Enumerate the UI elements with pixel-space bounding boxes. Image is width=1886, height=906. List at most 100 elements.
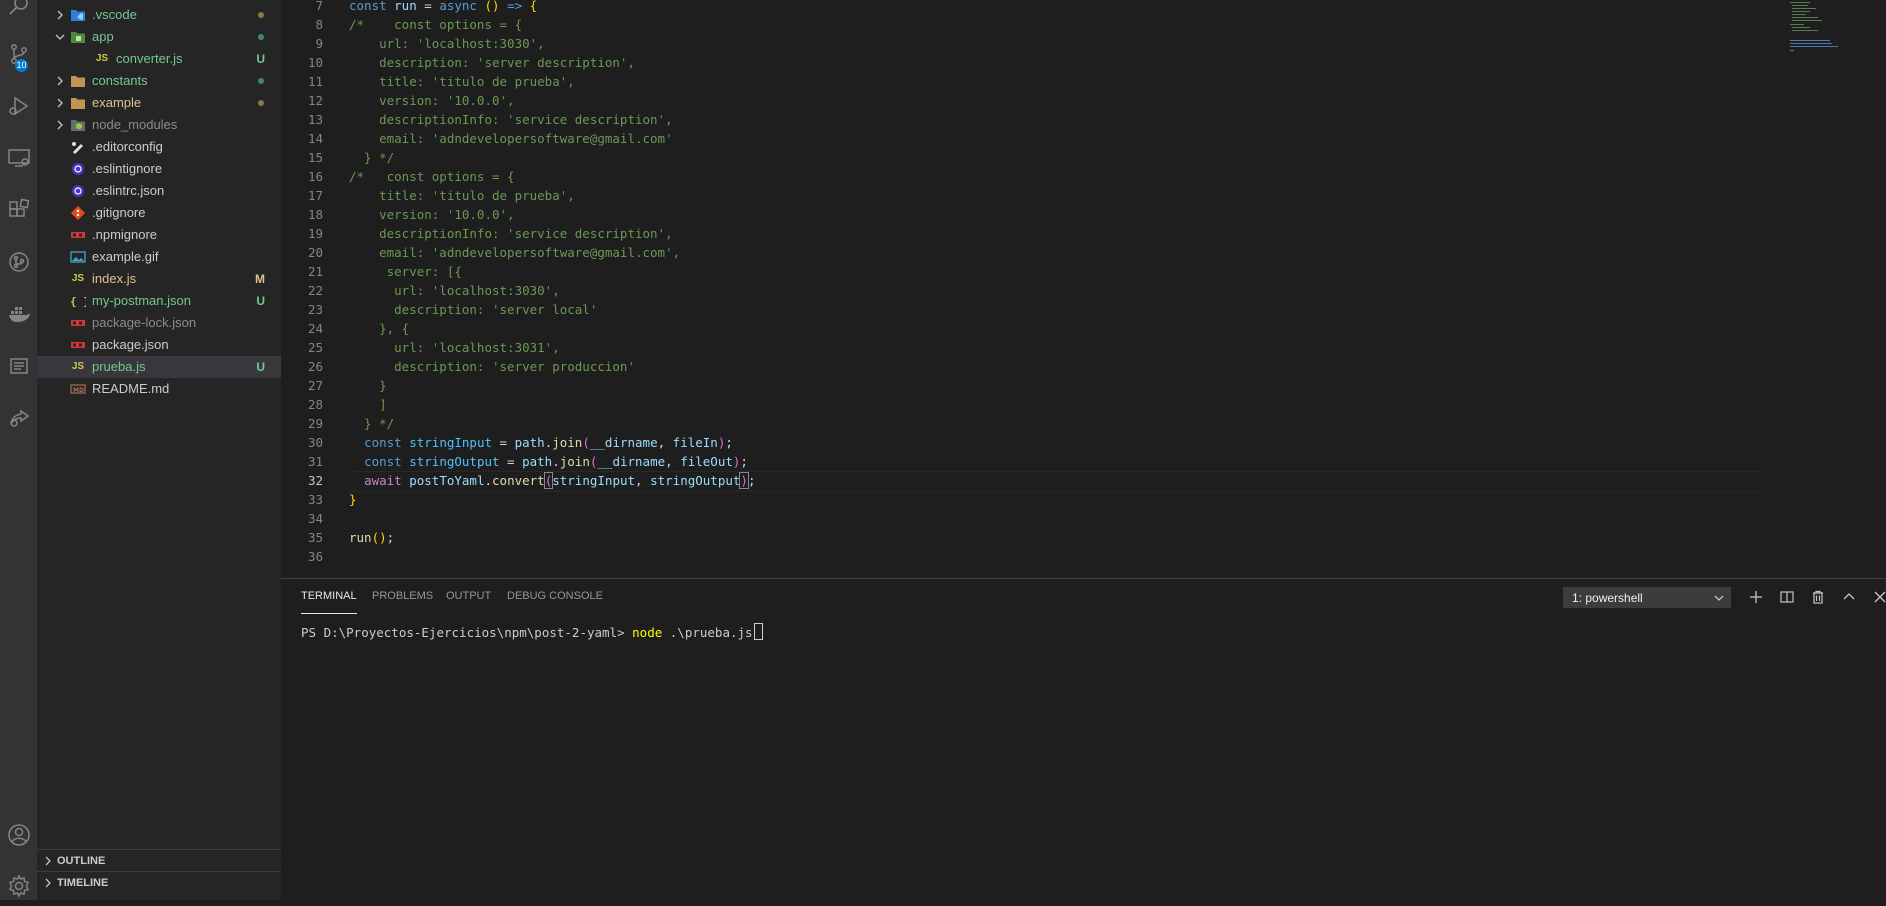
code-line[interactable]: 16 /* const options = { (281, 167, 1781, 186)
tree-item[interactable]: .eslintignore (37, 158, 281, 180)
tab-output[interactable]: OUTPUT (446, 579, 491, 614)
new-terminal-icon[interactable] (1747, 588, 1765, 606)
live-share-icon[interactable] (0, 398, 37, 438)
tree-item[interactable]: JS index.js M (37, 268, 281, 290)
code-line[interactable]: 7 const run = async () => { (281, 0, 1781, 15)
outline-section-header[interactable]: OUTLINE (37, 849, 281, 872)
extensions-icon[interactable] (0, 190, 37, 230)
tree-item[interactable]: JS converter.js U (37, 48, 281, 70)
timeline-section-header[interactable]: TIMELINE (37, 871, 281, 894)
code-line[interactable]: 33} (281, 490, 1781, 509)
minimap[interactable] (1790, 0, 1886, 60)
tree-item[interactable]: node_modules (37, 114, 281, 136)
line-number: 22 (307, 283, 323, 298)
split-terminal-icon[interactable] (1778, 588, 1796, 606)
tree-item-label: app (92, 29, 114, 44)
maximize-panel-icon[interactable] (1840, 588, 1858, 606)
tree-item-label: package-lock.json (92, 315, 197, 330)
tree-item[interactable]: app (37, 26, 281, 48)
code-line[interactable]: 12 version: '10.0.0', (281, 91, 1781, 110)
code-line[interactable]: 25 url: 'localhost:3031', (281, 338, 1781, 357)
tab-problems[interactable]: PROBLEMS (372, 579, 433, 614)
tree-item[interactable]: example (37, 92, 281, 114)
code-text: email: 'adndevelopersoftware@gmail.com', (349, 243, 680, 262)
code-token: title: 'titulo de prueba', (349, 74, 575, 89)
code-line[interactable]: 13 descriptionInfo: 'service description… (281, 110, 1781, 129)
code-line[interactable]: 15 } */ (281, 148, 1781, 167)
code-token: ) (739, 472, 749, 489)
node-folder-icon (70, 118, 86, 132)
code-line[interactable]: 36 (281, 547, 1781, 566)
code-line[interactable]: 18 version: '10.0.0', (281, 205, 1781, 224)
run-debug-icon[interactable] (0, 86, 37, 126)
code-line[interactable]: 21 server: [{ (281, 262, 1781, 281)
code-line[interactable]: 23 description: 'server local' (281, 300, 1781, 319)
tree-item[interactable]: .npmignore (37, 224, 281, 246)
code-token: run (394, 0, 417, 13)
tab-debug-console[interactable]: DEBUG CONSOLE (507, 579, 603, 614)
code-line[interactable]: 24 }, { (281, 319, 1781, 338)
code-token: => (507, 0, 523, 13)
line-number: 21 (307, 264, 323, 279)
notes-icon[interactable] (0, 346, 37, 386)
close-panel-icon[interactable] (1871, 588, 1886, 606)
tree-item[interactable]: constants (37, 70, 281, 92)
image-icon (70, 250, 86, 264)
code-token: /* const options = { (349, 17, 523, 32)
line-number: 33 (307, 492, 323, 507)
code-line[interactable]: 27 } (281, 376, 1781, 395)
code-line[interactable]: 19 descriptionInfo: 'service description… (281, 224, 1781, 243)
tree-item[interactable]: .gitignore (37, 202, 281, 224)
source-control-icon[interactable]: 10 (0, 34, 37, 74)
docker-icon[interactable] (0, 294, 37, 334)
code-line[interactable]: 22 url: 'localhost:3030', (281, 281, 1781, 300)
search-icon[interactable] (0, 0, 37, 26)
code-token: . (552, 454, 560, 469)
code-line[interactable]: 14 email: 'adndevelopersoftware@gmail.co… (281, 129, 1781, 148)
line-number: 36 (307, 549, 323, 564)
code-line[interactable]: 8 /* const options = { (281, 15, 1781, 34)
terminal-output[interactable]: PS D:\Proyectos-Ejercicios\npm\post-2-ya… (301, 623, 763, 640)
code-line[interactable]: 26 description: 'server produccion' (281, 357, 1781, 376)
code-line[interactable]: 32 await postToYaml.convert(stringInput,… (281, 471, 1781, 490)
code-token: fileOut (680, 454, 733, 469)
code-token: stringInput (409, 435, 493, 450)
git-status-badge: U (256, 52, 265, 66)
settings-gear-icon[interactable] (0, 866, 37, 906)
tree-item[interactable]: .vscode (37, 4, 281, 26)
tree-item[interactable]: .editorconfig (37, 136, 281, 158)
code-line[interactable]: 9 url: 'localhost:3030', (281, 34, 1781, 53)
code-line[interactable]: 35 run(); (281, 528, 1781, 547)
code-token: , (657, 435, 673, 450)
code-line[interactable]: 31 const stringOutput = path.join(__dirn… (281, 452, 1781, 471)
tab-terminal[interactable]: TERMINAL (301, 579, 357, 614)
tree-item[interactable]: MD README.md (37, 378, 281, 400)
code-line[interactable]: 10 description: 'server description', (281, 53, 1781, 72)
git-graph-icon[interactable] (0, 242, 37, 282)
code-line[interactable]: 17 title: 'titulo de prueba', (281, 186, 1781, 205)
tree-item[interactable]: example.gif (37, 246, 281, 268)
tree-item[interactable]: { } my-postman.json U (37, 290, 281, 312)
code-token: url: 'localhost:3030', (349, 36, 545, 51)
line-number: 26 (307, 359, 323, 374)
code-line[interactable]: 30 const stringInput = path.join(__dirna… (281, 433, 1781, 452)
code-editor[interactable]: 7 const run = async () => {8/* const opti… (281, 0, 1886, 578)
tree-item[interactable]: JS prueba.js U (37, 356, 281, 378)
code-line[interactable]: 34 (281, 509, 1781, 528)
terminal-select-dropdown[interactable]: 1: powershell (1563, 587, 1731, 608)
terminal-args: .\prueba.js (662, 625, 753, 640)
line-number: 30 (307, 435, 323, 450)
code-text: description: 'server produccion' (349, 357, 635, 376)
code-line[interactable]: 20 email: 'adndevelopersoftware@gmail.co… (281, 243, 1781, 262)
tree-item[interactable]: package-lock.json (37, 312, 281, 334)
tree-item[interactable]: package.json (37, 334, 281, 356)
account-icon[interactable] (0, 815, 37, 855)
code-line[interactable]: 29 } */ (281, 414, 1781, 433)
tree-item[interactable]: .eslintrc.json (37, 180, 281, 202)
chevron-right-icon (43, 872, 53, 894)
code-line[interactable]: 28 ] (281, 395, 1781, 414)
code-line[interactable]: 11 title: 'titulo de prueba', (281, 72, 1781, 91)
remote-explorer-icon[interactable] (0, 138, 37, 178)
kill-terminal-icon[interactable] (1809, 588, 1827, 606)
